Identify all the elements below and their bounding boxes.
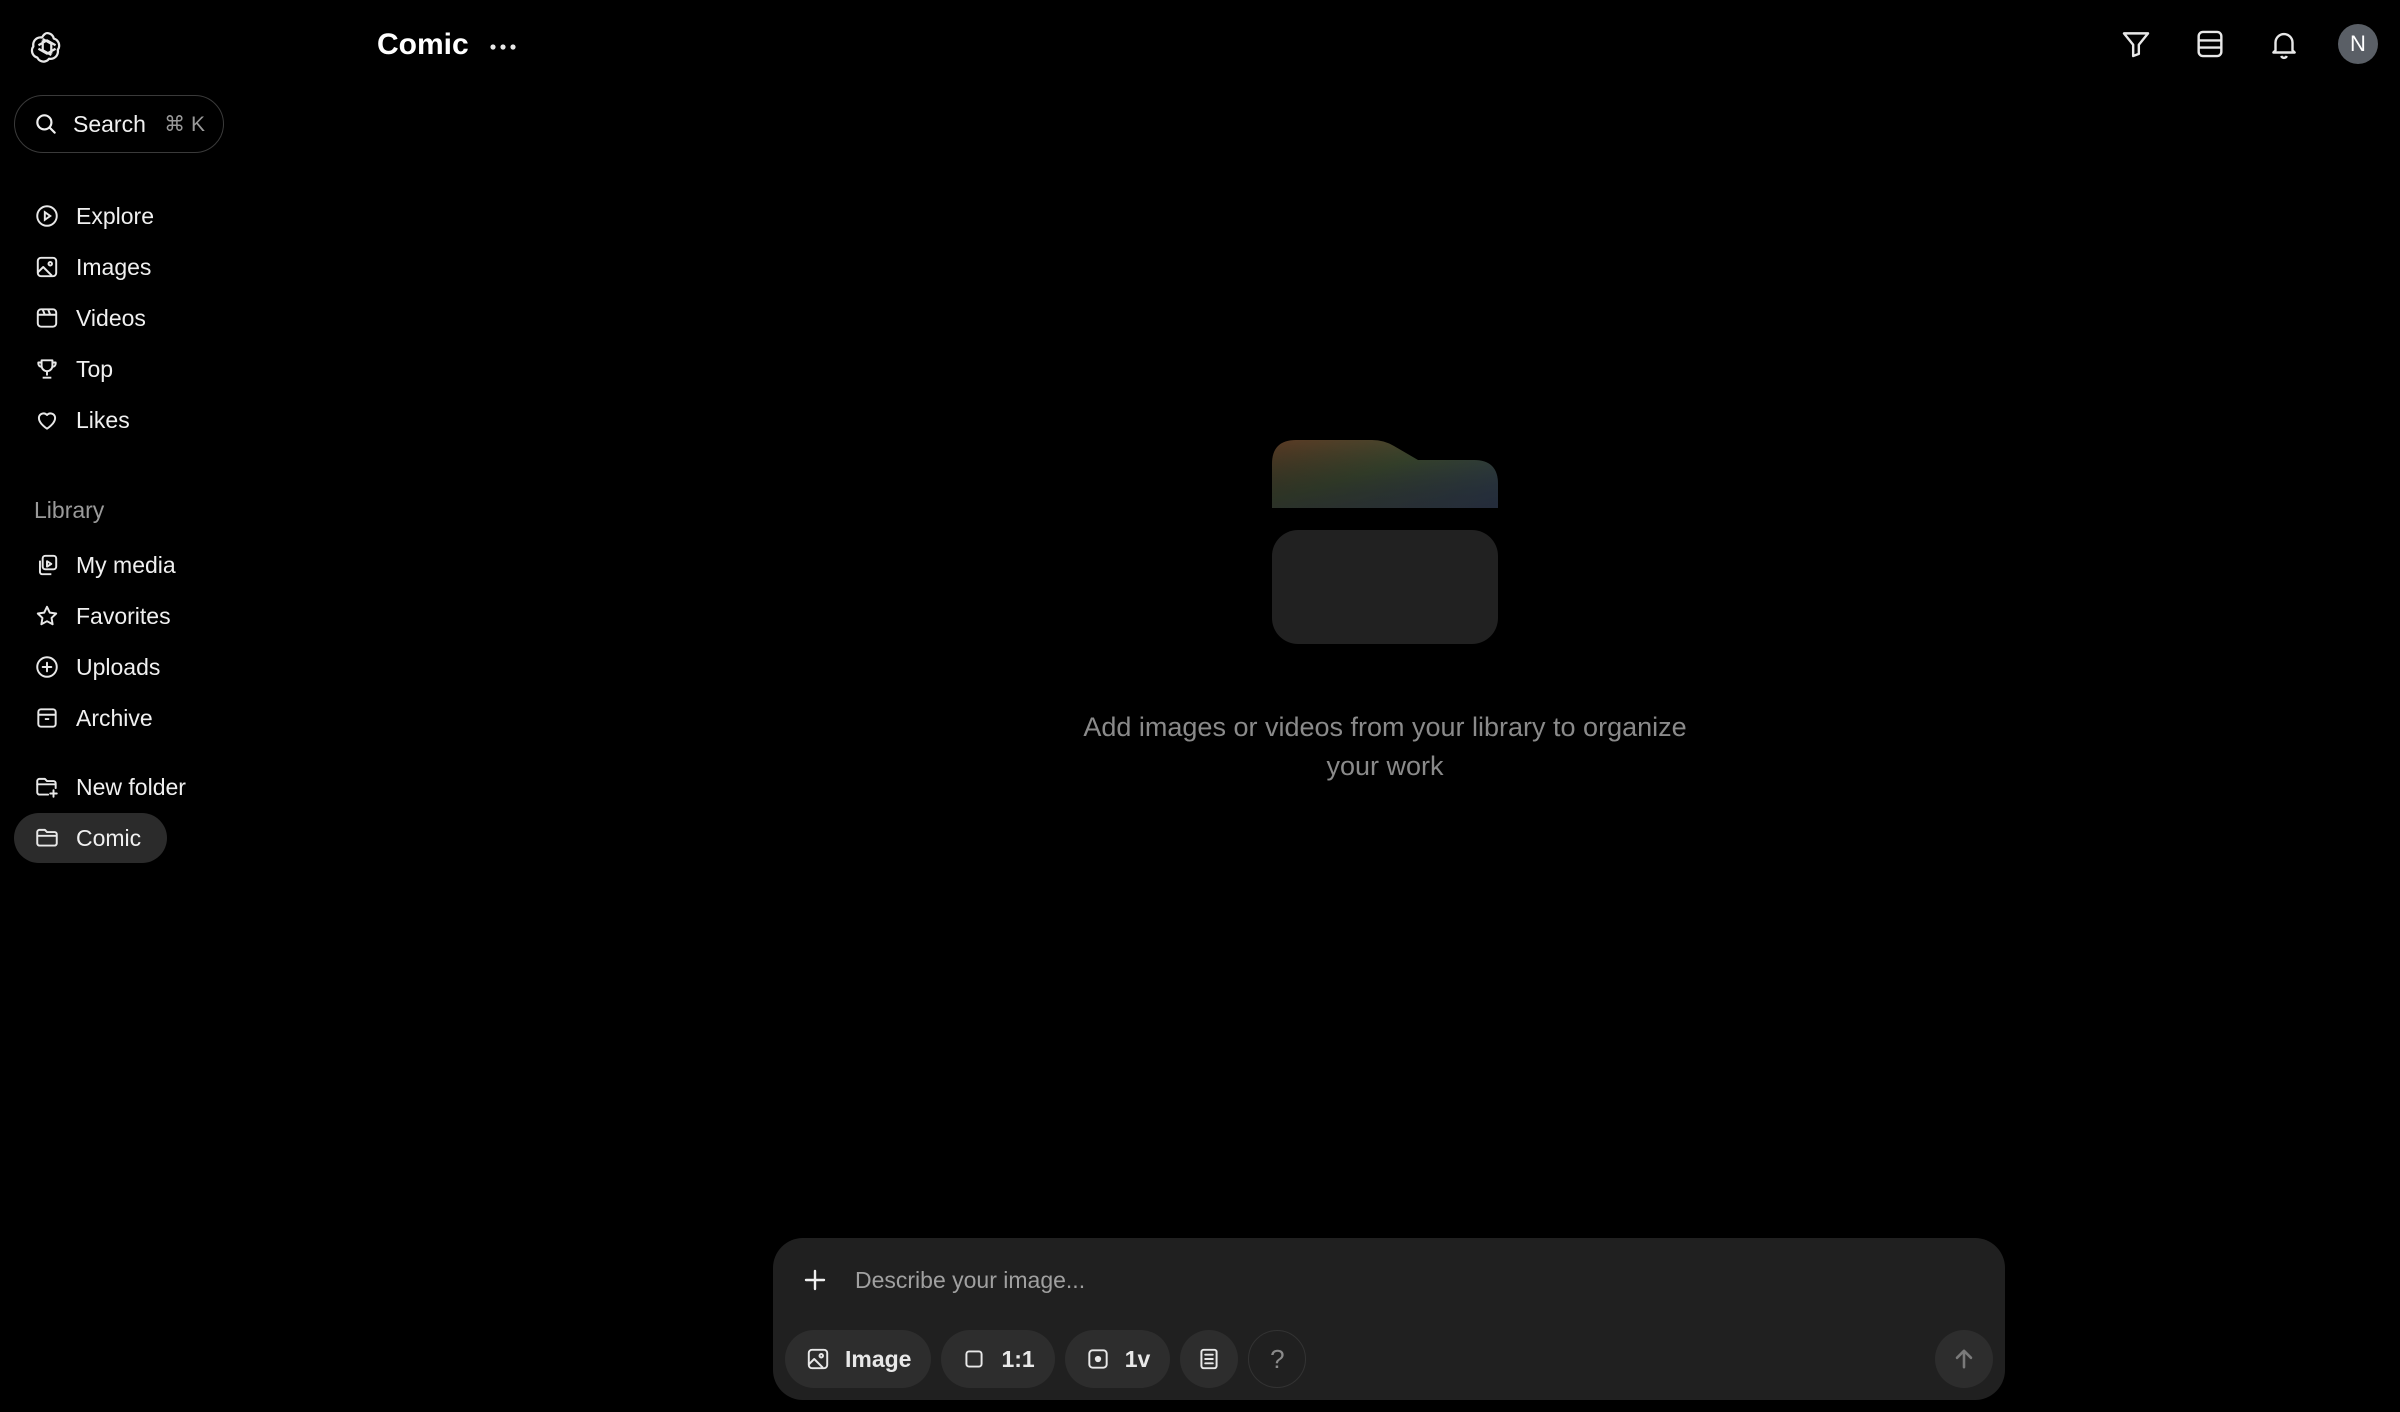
nav-item-favorites[interactable]: Favorites	[14, 591, 274, 641]
nav-item-top[interactable]: Top	[14, 344, 274, 394]
search-button[interactable]: Search ⌘ K	[14, 95, 224, 153]
search-shortcut: ⌘ K	[164, 112, 205, 136]
nav-item-label: Favorites	[76, 602, 171, 629]
page-title: Comic	[377, 28, 469, 61]
nav-item-videos[interactable]: Videos	[14, 293, 274, 343]
add-attachment-button[interactable]	[799, 1264, 831, 1296]
nav-item-label: Uploads	[76, 653, 161, 680]
submit-button[interactable]	[1935, 1330, 1993, 1388]
nav-item-images[interactable]: Images	[14, 242, 274, 292]
nav-item-uploads[interactable]: Uploads	[14, 642, 274, 692]
avatar[interactable]: N	[2338, 24, 2378, 64]
nav-item-archive[interactable]: Archive	[14, 693, 274, 743]
prompt-composer: Image 1:1 1v ?	[773, 1238, 2005, 1400]
nav-item-explore[interactable]: Explore	[14, 191, 274, 241]
prompt-input[interactable]	[855, 1258, 1955, 1302]
empty-state-message: Add images or videos from your library t…	[1083, 712, 1687, 781]
arrow-up-icon	[1955, 1349, 1973, 1369]
folder-plus-icon	[36, 777, 58, 798]
top-right-toolbar: N	[2116, 24, 2378, 64]
openai-logo-icon[interactable]	[28, 28, 66, 66]
more-options-button[interactable]	[486, 30, 520, 64]
media-icon	[38, 554, 58, 576]
folder-item-label: Comic	[76, 824, 142, 851]
search-label: Search	[73, 110, 146, 137]
aspect-ratio-button[interactable]: 1:1	[941, 1330, 1055, 1388]
empty-folder-illustration	[1272, 440, 1498, 646]
ellipsis-icon	[490, 44, 516, 50]
nav-item-label: Likes	[76, 406, 130, 433]
notifications-button[interactable]	[2264, 24, 2304, 64]
filter-icon	[2122, 32, 2150, 58]
library-nav: My media Favorites Uploads Archive	[14, 540, 274, 744]
nav-item-label: Top	[76, 355, 114, 382]
aspect-ratio-label: 1:1	[1001, 1345, 1035, 1372]
layout-button[interactable]	[2190, 24, 2230, 64]
help-icon: ?	[1270, 1343, 1285, 1374]
video-icon	[36, 308, 58, 328]
nav-item-likes[interactable]: Likes	[14, 395, 274, 445]
compass-icon	[36, 205, 58, 227]
square-icon	[965, 1350, 984, 1368]
star-icon	[36, 605, 58, 626]
presets-button[interactable]	[1180, 1330, 1239, 1388]
help-button[interactable]: ?	[1248, 1330, 1307, 1388]
search-icon	[36, 114, 56, 134]
variations-label: 1v	[1124, 1345, 1151, 1372]
archive-icon	[37, 708, 57, 728]
nav-item-label: Archive	[76, 704, 153, 731]
app-root: Search ⌘ K Explore Images Videos Top Lik…	[0, 0, 2400, 1412]
composer-options: Image 1:1 1v ?	[785, 1330, 1307, 1388]
trophy-icon	[37, 359, 57, 379]
new-folder-label: New folder	[76, 773, 186, 800]
nav-item-label: Images	[76, 253, 152, 280]
folder-item-comic[interactable]: Comic	[14, 813, 168, 863]
mode-image-button[interactable]: Image	[785, 1330, 932, 1388]
nav-item-label: My media	[76, 551, 176, 578]
layout-list-icon	[2197, 30, 2223, 58]
nav-item-label: Videos	[76, 304, 146, 331]
nav-item-my-media[interactable]: My media	[14, 540, 274, 590]
mode-label: Image	[845, 1345, 912, 1372]
main-nav: Explore Images Videos Top Likes	[14, 191, 274, 446]
image-icon	[807, 1348, 829, 1370]
library-section-label: Library	[34, 497, 105, 523]
nav-item-label: Explore	[76, 202, 154, 229]
bell-icon	[2272, 32, 2296, 59]
plus-icon	[804, 1269, 826, 1291]
heart-icon	[37, 412, 57, 430]
folders-nav: New folder Comic	[14, 762, 274, 864]
filter-button[interactable]	[2116, 24, 2156, 64]
image-icon	[36, 256, 58, 278]
upload-icon	[36, 656, 58, 678]
folder-icon	[36, 828, 58, 847]
variations-icon	[1088, 1349, 1108, 1369]
new-folder-button[interactable]: New folder	[14, 762, 274, 812]
document-icon	[1200, 1348, 1218, 1370]
sidebar: Search ⌘ K Explore Images Videos Top Lik…	[0, 0, 300, 1412]
variations-button[interactable]: 1v	[1064, 1330, 1171, 1388]
